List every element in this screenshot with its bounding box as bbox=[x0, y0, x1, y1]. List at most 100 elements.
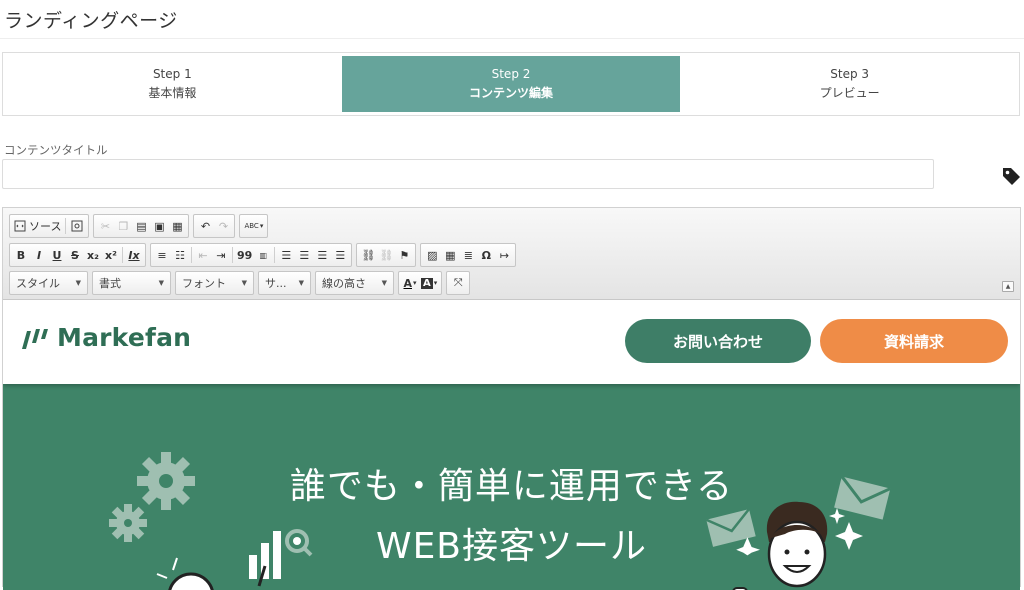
step-number: Step 1 bbox=[152, 67, 192, 81]
preview-button[interactable] bbox=[68, 216, 86, 236]
align-left-icon: ☰ bbox=[281, 248, 292, 262]
anchor-button[interactable]: ⚑ bbox=[395, 245, 413, 265]
step-basic-info[interactable]: Step 1 基本情報 bbox=[3, 56, 342, 112]
rich-text-editor: ソース ✂ ❐ ▤ ▣ ▦ ↶ ↷ ABC ▾ B I U S x₂ x² Ix… bbox=[2, 207, 1021, 590]
superscript-button[interactable]: x² bbox=[102, 245, 120, 265]
bg-color-icon: A bbox=[421, 277, 433, 289]
redo-icon: ↷ bbox=[218, 219, 229, 233]
align-justify-icon: ☰ bbox=[335, 248, 346, 262]
flag-icon: ⚑ bbox=[399, 248, 410, 262]
step-content-edit[interactable]: Step 2 コンテンツ編集 bbox=[341, 56, 681, 112]
superscript-icon: x² bbox=[105, 248, 117, 262]
step-number: Step 2 bbox=[491, 67, 531, 81]
div-icon: ▥ bbox=[259, 250, 268, 260]
special-char-button[interactable]: Ω bbox=[477, 245, 495, 265]
italic-button[interactable]: I bbox=[30, 245, 48, 265]
undo-button[interactable]: ↶ bbox=[196, 216, 214, 236]
line-height-combo[interactable]: 線の高さ ▼ bbox=[315, 271, 394, 295]
bold-button[interactable]: B bbox=[12, 245, 30, 265]
text-color-button[interactable]: A ▾ bbox=[401, 273, 419, 293]
hero-section: 誰でも・簡単に運用できる WEB接客ツール bbox=[3, 384, 1020, 590]
collapse-toolbar-button[interactable]: ▲ bbox=[1002, 281, 1014, 292]
underline-icon: U bbox=[52, 248, 62, 262]
spellcheck-icon: ABC bbox=[244, 222, 259, 230]
numbered-list-button[interactable]: ≡ bbox=[153, 245, 171, 265]
cut-button[interactable]: ✂ bbox=[96, 216, 114, 236]
content-title-input[interactable] bbox=[2, 159, 934, 189]
subscript-icon: x₂ bbox=[87, 248, 99, 262]
source-icon bbox=[14, 220, 26, 232]
div-button[interactable]: ▥ bbox=[254, 245, 272, 265]
spellcheck-button[interactable]: ABC ▾ bbox=[242, 216, 265, 236]
page-break-icon: ↦ bbox=[499, 248, 509, 262]
styles-combo[interactable]: スタイル ▼ bbox=[9, 271, 88, 295]
align-justify-button[interactable]: ☰ bbox=[331, 245, 349, 265]
page-title: ランディングページ bbox=[4, 10, 178, 32]
unlink-button[interactable]: ⛓ bbox=[377, 245, 395, 265]
maximize-icon: ⤧ bbox=[453, 276, 463, 289]
chevron-down-icon: ▼ bbox=[298, 279, 304, 287]
redo-button[interactable]: ↷ bbox=[214, 216, 232, 236]
indent-button[interactable]: ⇥ bbox=[212, 245, 230, 265]
font-combo[interactable]: フォント ▼ bbox=[175, 271, 254, 295]
maximize-button[interactable]: ⤧ bbox=[449, 273, 467, 293]
step-preview[interactable]: Step 3 プレビュー bbox=[680, 56, 1019, 112]
contact-button[interactable]: お問い合わせ bbox=[625, 319, 811, 363]
font-combo-label: フォント bbox=[182, 277, 226, 290]
format-combo[interactable]: 書式 ▼ bbox=[92, 271, 171, 295]
image-icon: ▨ bbox=[427, 248, 438, 262]
tag-icon[interactable] bbox=[1000, 165, 1022, 187]
paste-text-button[interactable]: ▣ bbox=[150, 216, 168, 236]
align-right-icon: ☰ bbox=[317, 248, 328, 262]
blockquote-button[interactable]: 99 bbox=[235, 245, 254, 265]
source-label: ソース bbox=[29, 220, 62, 233]
align-right-button[interactable]: ☰ bbox=[313, 245, 331, 265]
italic-icon: I bbox=[36, 248, 42, 262]
brand-logo: Markefan bbox=[19, 323, 191, 352]
align-center-button[interactable]: ☰ bbox=[295, 245, 313, 265]
undo-icon: ↶ bbox=[200, 219, 211, 233]
chevron-down-icon: ▼ bbox=[381, 279, 387, 287]
paste-word-button[interactable]: ▦ bbox=[168, 216, 186, 236]
step-name: コンテンツ編集 bbox=[469, 86, 554, 100]
site-header: Markefan お問い合わせ 資料請求 bbox=[3, 300, 1020, 384]
step-name: プレビュー bbox=[819, 86, 880, 100]
brand-name: Markefan bbox=[57, 323, 192, 352]
size-combo[interactable]: サ... ▼ bbox=[258, 271, 311, 295]
subscript-button[interactable]: x₂ bbox=[84, 245, 102, 265]
indent-icon: ⇥ bbox=[216, 248, 226, 262]
paste-button[interactable]: ▤ bbox=[132, 216, 150, 236]
toolbar-row-3: スタイル ▼ 書式 ▼ フォント ▼ サ... ▼ 線の高さ ▼ A ▾ A ▾ ⤧ bbox=[9, 271, 471, 295]
image-button[interactable]: ▨ bbox=[423, 245, 441, 265]
chevron-down-icon: ▼ bbox=[158, 279, 164, 287]
chevron-down-icon: ▼ bbox=[75, 279, 81, 287]
stepper: Step 1 基本情報 Step 2 コンテンツ編集 Step 3 プレビュー bbox=[2, 52, 1020, 116]
copy-button[interactable]: ❐ bbox=[114, 216, 132, 236]
toolbar-row-1: ソース ✂ ❐ ▤ ▣ ▦ ↶ ↷ ABC ▾ bbox=[9, 214, 269, 238]
chevron-down-icon: ▼ bbox=[241, 279, 247, 287]
hr-button[interactable]: ≣ bbox=[459, 245, 477, 265]
remove-format-button[interactable]: Ix bbox=[125, 245, 143, 265]
toolbar-row-2: B I U S x₂ x² Ix ≡ ☷ ⇤ ⇥ 99 ▥ ☰ ☰ ☰ ☰ ⛓ … bbox=[9, 243, 517, 267]
outdent-button[interactable]: ⇤ bbox=[194, 245, 212, 265]
bulleted-list-button[interactable]: ☷ bbox=[171, 245, 189, 265]
page-break-button[interactable]: ↦ bbox=[495, 245, 513, 265]
styles-combo-label: スタイル bbox=[16, 277, 60, 290]
strike-button[interactable]: S bbox=[66, 245, 84, 265]
clipboard-word-icon: ▦ bbox=[172, 219, 183, 233]
table-button[interactable]: ▦ bbox=[441, 245, 459, 265]
link-button[interactable]: ⛓ bbox=[359, 245, 377, 265]
bulleted-list-icon: ☷ bbox=[175, 248, 185, 262]
numbered-list-icon: ≡ bbox=[157, 248, 167, 262]
bg-color-button[interactable]: A ▾ bbox=[419, 273, 439, 293]
step-name: 基本情報 bbox=[148, 86, 197, 100]
table-icon: ▦ bbox=[445, 248, 456, 262]
source-button[interactable]: ソース bbox=[12, 216, 63, 236]
format-combo-label: 書式 bbox=[99, 277, 121, 290]
clipboard-icon: ▤ bbox=[136, 219, 147, 233]
remove-format-icon: Ix bbox=[128, 248, 140, 262]
align-left-button[interactable]: ☰ bbox=[277, 245, 295, 265]
editor-content[interactable]: Markefan お問い合わせ 資料請求 誰でも・簡単に運用できる WEB接客ツ… bbox=[3, 300, 1020, 590]
request-docs-button[interactable]: 資料請求 bbox=[820, 319, 1008, 363]
underline-button[interactable]: U bbox=[48, 245, 66, 265]
